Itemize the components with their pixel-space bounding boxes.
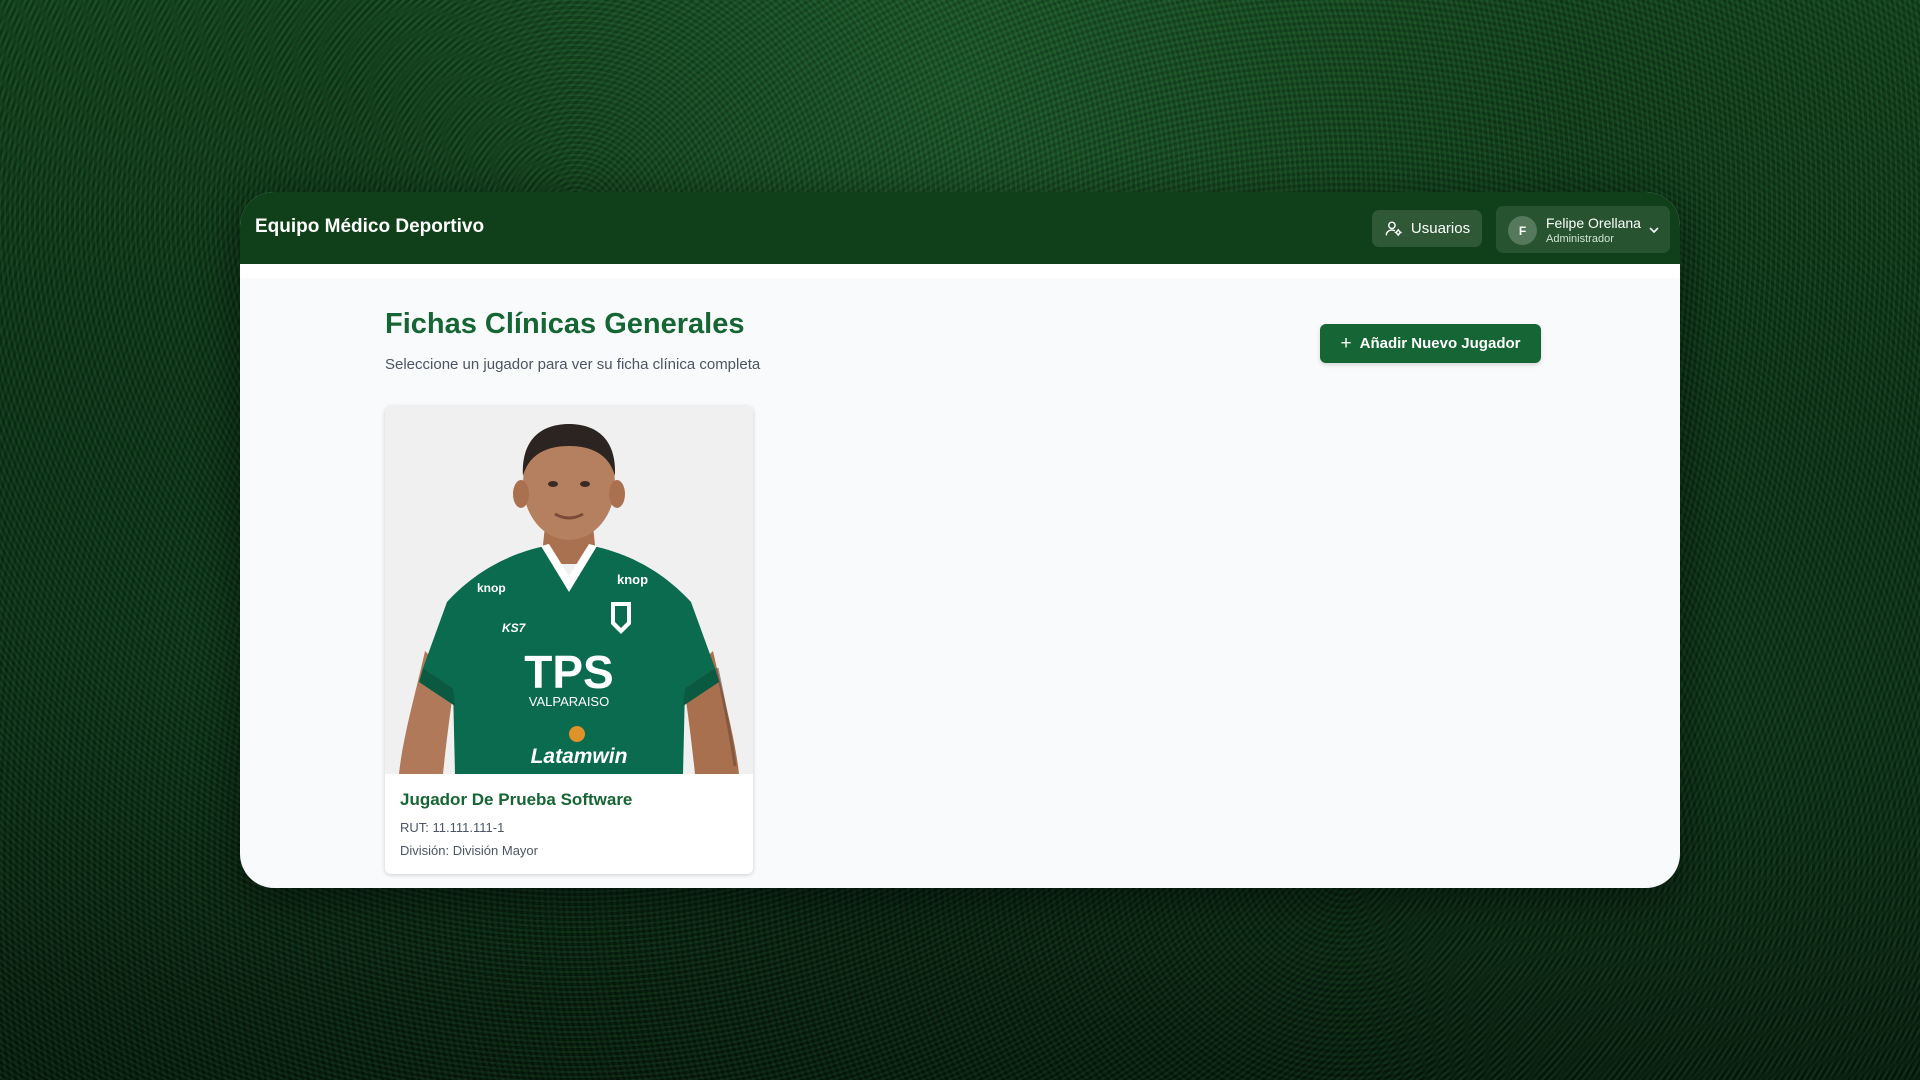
plus-icon: + bbox=[1340, 333, 1352, 354]
player-card[interactable]: knop knop KS7 TPS VALPARAISO Latamwin Ju… bbox=[385, 406, 753, 874]
page-subtitle: Seleccione un jugador para ver su ficha … bbox=[385, 356, 761, 373]
header-divider bbox=[240, 264, 1680, 278]
player-photo: knop knop KS7 TPS VALPARAISO Latamwin bbox=[385, 406, 753, 774]
user-menu[interactable]: F Felipe Orellana Administrador bbox=[1496, 206, 1670, 253]
player-rut: RUT: 11.111.111-1 bbox=[400, 820, 505, 835]
user-role: Administrador bbox=[1546, 233, 1614, 245]
chevron-down-icon bbox=[1649, 227, 1659, 233]
jersey-second-sponsor: Latamwin bbox=[531, 745, 628, 768]
top-navbar: Equipo Médico Deportivo Usuarios F Felip… bbox=[240, 192, 1680, 264]
jersey-brand: KS7 bbox=[502, 621, 527, 635]
avatar: F bbox=[1508, 216, 1537, 245]
player-name: Jugador De Prueba Software bbox=[400, 790, 633, 809]
jersey-patch-left: knop bbox=[477, 581, 506, 595]
page-title: Fichas Clínicas Generales bbox=[385, 308, 745, 340]
user-settings-icon bbox=[1385, 221, 1402, 237]
add-player-button-label: Añadir Nuevo Jugador bbox=[1359, 335, 1521, 352]
jersey-city: VALPARAISO bbox=[529, 694, 609, 709]
app-window: Equipo Médico Deportivo Usuarios F Felip… bbox=[240, 192, 1680, 888]
users-button[interactable]: Usuarios bbox=[1372, 210, 1482, 247]
users-button-label: Usuarios bbox=[1410, 220, 1471, 237]
jersey-main-sponsor: TPS bbox=[524, 646, 613, 698]
user-name: Felipe Orellana bbox=[1546, 215, 1641, 231]
jersey-patch-right: knop bbox=[617, 572, 648, 587]
app-title: Equipo Médico Deportivo bbox=[255, 216, 485, 237]
add-player-button[interactable]: + Añadir Nuevo Jugador bbox=[1320, 324, 1541, 363]
player-division: División: División Mayor bbox=[400, 843, 538, 858]
